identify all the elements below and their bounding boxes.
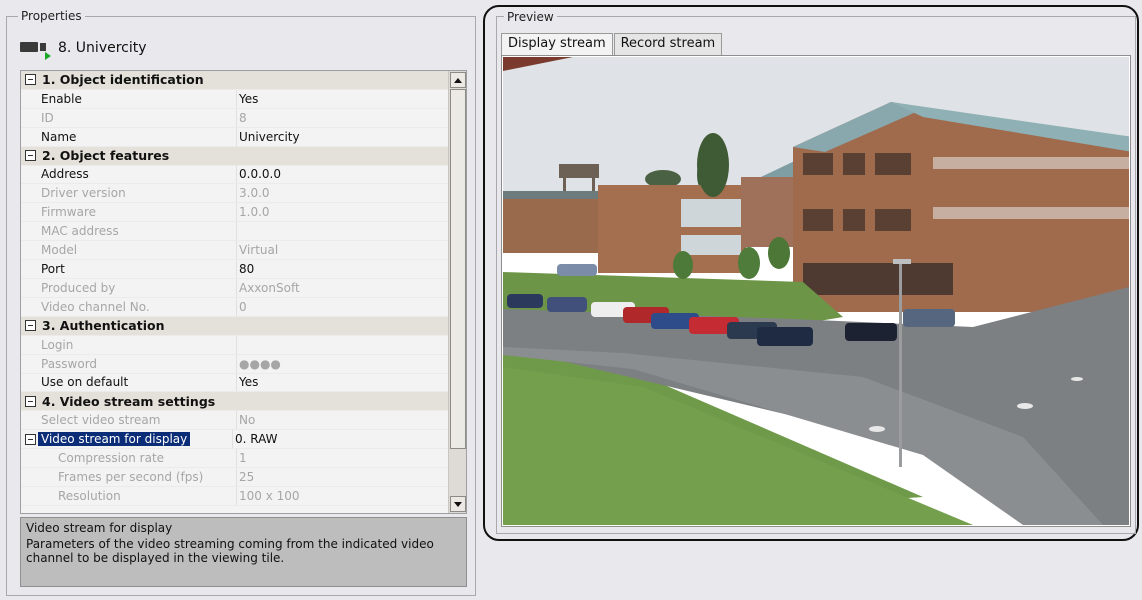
preview-tabs: Display stream Record stream: [501, 33, 723, 56]
section-label: 2. Object features: [42, 148, 170, 164]
collapse-icon[interactable]: [25, 320, 36, 332]
object-name: 8. Univercity: [58, 40, 147, 56]
property-row-video-channel: Video channel No. 0: [21, 297, 449, 317]
property-row-use-on-default[interactable]: Use on default Yes: [21, 373, 449, 393]
property-name: Password: [41, 356, 98, 371]
collapse-icon[interactable]: [25, 74, 36, 86]
property-name: Model: [41, 243, 78, 258]
property-value: Virtual: [236, 241, 449, 260]
property-row-address[interactable]: Address 0.0.0.0: [21, 165, 449, 185]
arrow-up-icon: [454, 77, 462, 83]
property-value: 100 x 100: [236, 486, 449, 505]
property-value: [236, 222, 449, 241]
section-label: 4. Video stream settings: [42, 393, 216, 409]
property-value[interactable]: 0.0.0.0: [236, 165, 449, 184]
property-value[interactable]: Yes: [236, 89, 449, 108]
vertical-scrollbar[interactable]: [448, 71, 466, 513]
property-name: Video channel No.: [41, 299, 150, 314]
property-value: 8: [236, 108, 449, 127]
property-row-resolution: Resolution 100 x 100: [21, 486, 449, 506]
description-text: Parameters of the video streaming coming…: [26, 537, 434, 565]
property-value: 1.0.0: [236, 203, 449, 222]
collapse-icon[interactable]: [25, 433, 36, 445]
selected-label: Video stream for display: [38, 432, 191, 447]
property-name: Name: [41, 129, 77, 144]
section-object-features[interactable]: 2. Object features: [21, 146, 449, 166]
property-row-select-video-stream: Select video stream No: [21, 411, 449, 431]
property-row-driver-version: Driver version 3.0.0: [21, 184, 449, 204]
property-grid: 1. Object identification Enable Yes ID 8…: [20, 70, 467, 514]
property-name: Use on default: [41, 375, 129, 390]
property-row-produced-by: Produced by AxxonSoft: [21, 278, 449, 298]
property-name: Resolution: [58, 488, 121, 503]
property-row-enable[interactable]: Enable Yes: [21, 89, 449, 109]
property-row-password: Password ●●●●: [21, 354, 449, 374]
property-row-login: Login: [21, 335, 449, 355]
section-label: 3. Authentication: [42, 318, 165, 334]
property-name: MAC address: [41, 224, 119, 239]
property-name: Frames per second (fps): [58, 469, 204, 484]
section-video-stream-settings[interactable]: 4. Video stream settings: [21, 392, 449, 412]
property-name: Port: [41, 262, 65, 277]
property-row-name[interactable]: Name Univercity: [21, 127, 449, 147]
property-value: 3.0.0: [236, 184, 449, 203]
property-value[interactable]: 0. RAW: [232, 430, 449, 449]
property-row-id: ID 8: [21, 108, 449, 128]
property-value: [236, 335, 449, 354]
property-row-frames-per-second: Frames per second (fps) 25: [21, 468, 449, 487]
description-title: Video stream for display: [26, 521, 173, 535]
property-name: Address: [41, 167, 89, 182]
property-name: ID: [41, 110, 54, 125]
property-grid-rows: 1. Object identification Enable Yes ID 8…: [21, 71, 449, 506]
property-name: Firmware: [41, 205, 96, 220]
property-row-model: Model Virtual: [21, 241, 449, 261]
property-name: Login: [41, 337, 74, 352]
tab-display-stream[interactable]: Display stream: [501, 33, 613, 56]
property-value[interactable]: 80: [236, 260, 449, 278]
property-value: ●●●●: [236, 354, 449, 373]
property-name: Produced by: [41, 280, 116, 295]
properties-title: Properties: [18, 9, 85, 23]
camera-icon: [20, 39, 51, 60]
collapse-icon[interactable]: [25, 395, 36, 407]
property-row-port[interactable]: Port 80: [21, 260, 449, 279]
section-label: 1. Object identification: [42, 72, 204, 88]
property-name: Compression rate: [58, 451, 165, 466]
property-value: AxxonSoft: [236, 278, 449, 297]
section-authentication[interactable]: 3. Authentication: [21, 316, 449, 336]
property-value: 25: [236, 468, 449, 486]
property-value: 0: [236, 297, 449, 316]
collapse-icon[interactable]: [25, 150, 36, 162]
property-row-video-stream-for-display[interactable]: Video stream for display 0. RAW: [21, 430, 449, 450]
property-row-compression-rate: Compression rate 1: [21, 449, 449, 469]
object-header: 8. Univercity: [20, 38, 147, 60]
property-value: No: [236, 411, 449, 430]
video-preview: [501, 55, 1131, 527]
preview-title: Preview: [504, 10, 557, 24]
property-row-firmware: Firmware 1.0.0: [21, 203, 449, 223]
property-name: Driver version: [41, 186, 126, 201]
property-value: 1: [236, 449, 449, 468]
scroll-up-button[interactable]: [450, 72, 466, 88]
property-name: Enable: [41, 91, 82, 106]
property-name: Select video stream: [41, 413, 161, 428]
property-name-selected[interactable]: Video stream for display: [38, 432, 232, 447]
scroll-down-button[interactable]: [450, 496, 466, 512]
property-value[interactable]: Univercity: [236, 127, 449, 146]
scrollbar-thumb[interactable]: [450, 89, 466, 449]
property-row-mac-address: MAC address: [21, 222, 449, 242]
property-value[interactable]: Yes: [236, 373, 449, 392]
arrow-down-icon: [454, 501, 462, 507]
tab-record-stream[interactable]: Record stream: [613, 33, 723, 55]
description-box: Video stream for display Parameters of t…: [20, 517, 467, 587]
section-object-identification[interactable]: 1. Object identification: [21, 71, 449, 90]
camera-image: [503, 57, 1129, 525]
